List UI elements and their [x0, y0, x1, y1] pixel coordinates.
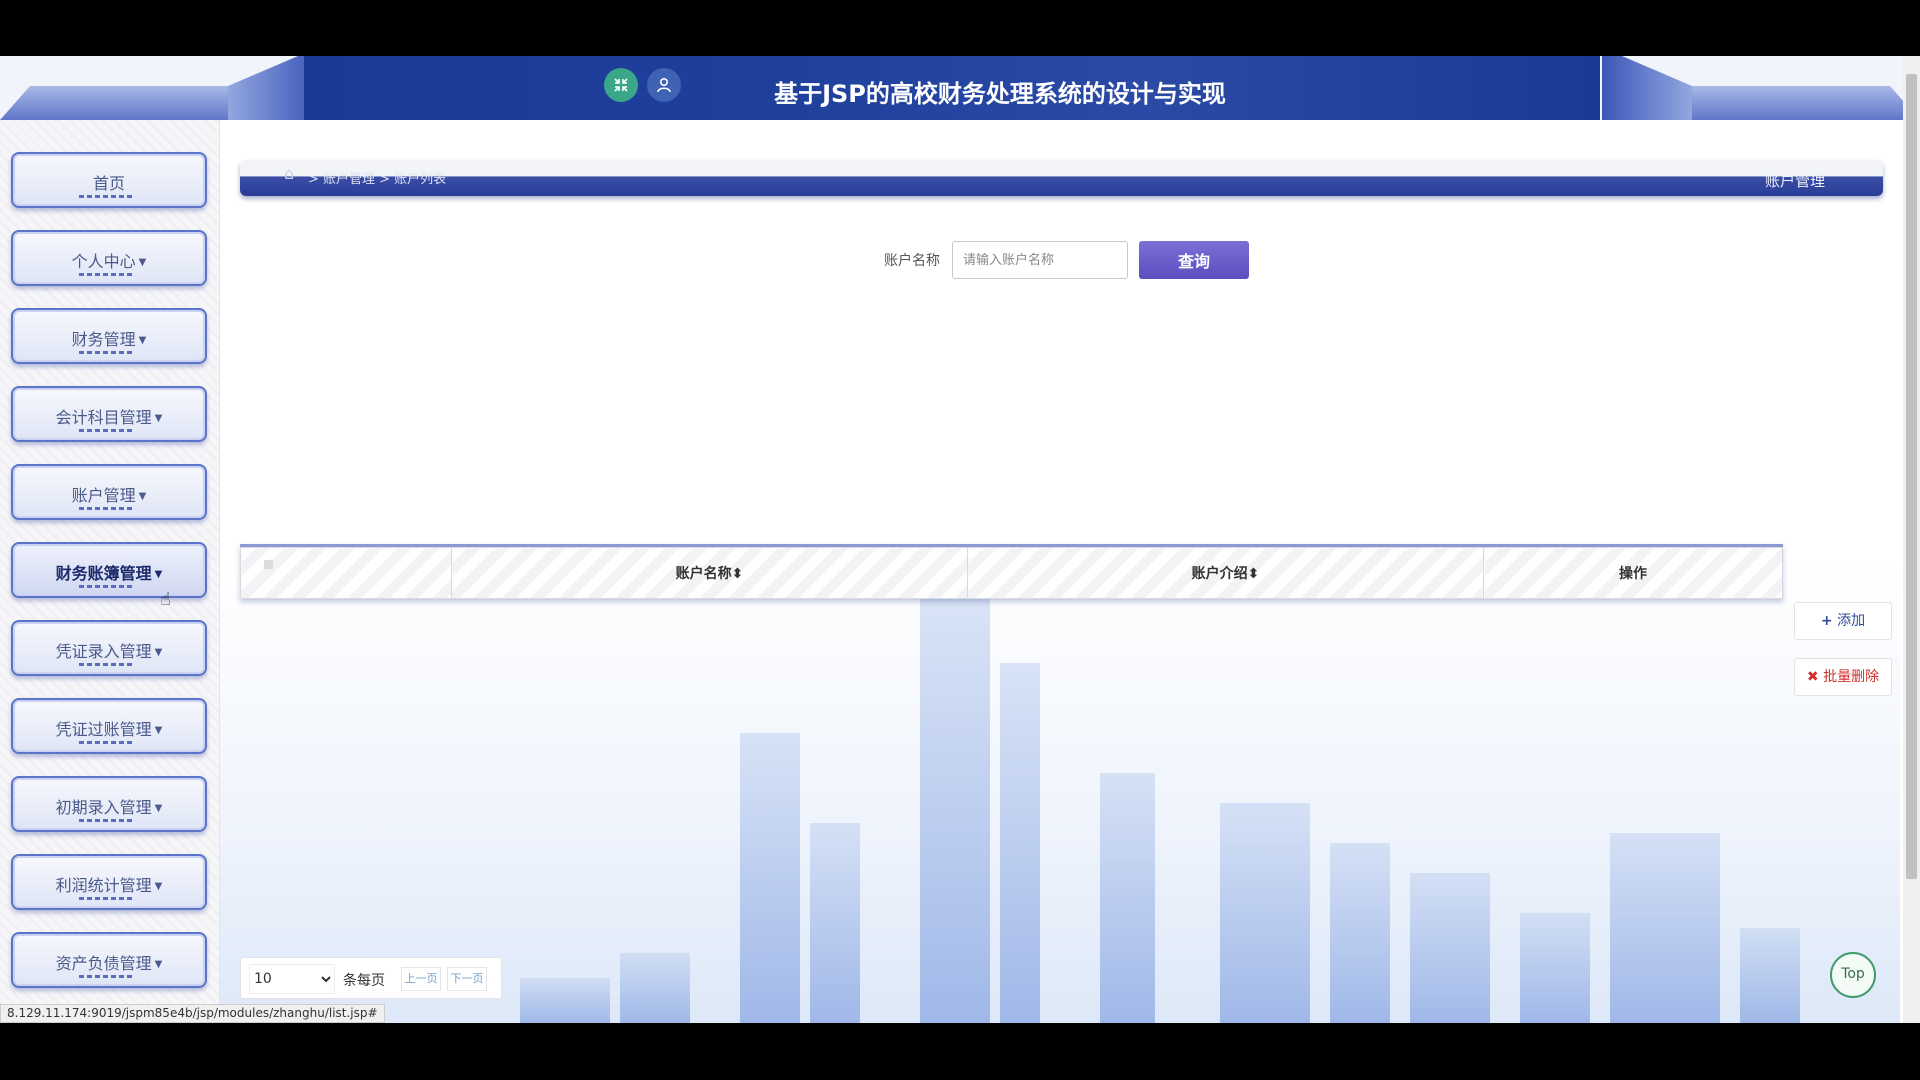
sidebar-item-account[interactable]: 账户管理 ▼: [11, 464, 207, 520]
page-scrollbar[interactable]: [1903, 56, 1920, 1023]
caret-down-icon: ▼: [154, 725, 163, 736]
mouse-cursor-icon: ☝: [160, 589, 171, 610]
menu-decoration: [79, 195, 133, 198]
caret-down-icon: ▼: [154, 569, 163, 580]
home-icon[interactable]: ⌂: [284, 164, 294, 183]
sidebar-item-label: 个人中心: [71, 252, 136, 271]
caret-down-icon: ▼: [138, 491, 147, 502]
caret-down-icon: ▼: [138, 257, 147, 268]
per-page-label: 条每页: [343, 973, 385, 989]
caret-down-icon: ▼: [138, 335, 147, 346]
menu-decoration: [79, 351, 133, 354]
prev-page-button[interactable]: 上一页: [401, 967, 441, 991]
back-to-top-button[interactable]: Top: [1830, 952, 1876, 998]
breadcrumb-path: > 账户管理 > 账户列表: [308, 172, 447, 187]
menu-decoration: [79, 663, 133, 666]
sidebar-item-label: 利润统计管理: [55, 876, 152, 895]
sidebar: 首页 个人中心 ▼ 财务管理 ▼ 会计科目管理 ▼ 账户管理 ▼ 财务账簿管理 ▼ 凭证录…: [0, 120, 220, 1023]
caret-down-icon: ▼: [154, 413, 163, 424]
menu-decoration: [79, 897, 133, 900]
page-size-select[interactable]: 10: [249, 964, 335, 994]
sidebar-item-label: 会计科目管理: [55, 408, 152, 427]
caret-down-icon: ▼: [154, 881, 163, 892]
menu-decoration: [79, 741, 133, 744]
select-all-checkbox[interactable]: [240, 547, 452, 599]
breadcrumb: ⌂ > 账户管理 > 账户列表 账户管理: [240, 160, 1883, 196]
next-page-button[interactable]: 下一页: [447, 967, 487, 991]
city-background-image: [220, 560, 1900, 1023]
sidebar-item-label: 财务账簿管理: [55, 564, 152, 583]
caret-down-icon: ▼: [154, 959, 163, 970]
page-header: 基于JSP的高校财务处理系统的设计与实现: [0, 56, 1920, 120]
menu-decoration: [79, 507, 133, 510]
menu-decoration: [79, 819, 133, 822]
breadcrumb-page-title: 账户管理: [1764, 172, 1825, 190]
sort-icon: ⬍: [1247, 566, 1260, 582]
header-step-right: [1602, 56, 1692, 120]
sidebar-item-accounting-subject[interactable]: 会计科目管理 ▼: [11, 386, 207, 442]
menu-decoration: [79, 585, 133, 588]
sidebar-item-ledger[interactable]: 财务账簿管理 ▼: [11, 542, 207, 598]
caret-down-icon: ▼: [154, 803, 163, 814]
column-header-account-intro[interactable]: 账户介绍⬍: [967, 547, 1484, 599]
sidebar-item-home[interactable]: 首页: [11, 152, 207, 208]
sidebar-item-personal-center[interactable]: 个人中心 ▼: [11, 230, 207, 286]
sidebar-item-label: 初期录入管理: [55, 798, 152, 817]
sidebar-item-label: 凭证过账管理: [55, 720, 152, 739]
sidebar-item-profit-stats[interactable]: 利润统计管理 ▼: [11, 854, 207, 910]
sidebar-item-voucher-posting[interactable]: 凭证过账管理 ▼: [11, 698, 207, 754]
sidebar-item-label: 首页: [92, 174, 125, 193]
shrink-icon[interactable]: [604, 68, 638, 102]
scrollbar-thumb[interactable]: [1906, 74, 1917, 879]
add-button[interactable]: + 添加: [1794, 602, 1892, 640]
menu-decoration: [79, 429, 133, 432]
sidebar-item-label: 凭证录入管理: [55, 642, 152, 661]
sidebar-item-finance[interactable]: 财务管理 ▼: [11, 308, 207, 364]
sidebar-item-initial-entry[interactable]: 初期录入管理 ▼: [11, 776, 207, 832]
sidebar-item-label: 账户管理: [71, 486, 136, 505]
sort-icon: ⬍: [731, 566, 744, 582]
close-icon: ✖: [1806, 669, 1819, 685]
sidebar-item-label: 资产负债管理: [55, 954, 152, 973]
sidebar-item-voucher-entry[interactable]: 凭证录入管理 ▼: [11, 620, 207, 676]
pagination: 10 条每页 上一页 下一页: [240, 957, 502, 999]
column-header-operation: 操作: [1483, 547, 1783, 599]
menu-decoration: [79, 273, 133, 276]
page-title: 基于JSP的高校财务处理系统的设计与实现: [774, 80, 1226, 108]
user-icon[interactable]: [647, 68, 681, 102]
account-table: 账户名称⬍ 账户介绍⬍ 操作: [240, 544, 1783, 599]
sidebar-item-balance-sheet[interactable]: 资产负债管理 ▼: [11, 932, 207, 988]
search-label: 账户名称: [884, 253, 940, 269]
browser-viewport: 基于JSP的高校财务处理系统的设计与实现 首页 个人中心 ▼ 财务管理 ▼ 会计科目…: [0, 56, 1920, 1023]
search-button[interactable]: 查询: [1139, 241, 1249, 279]
main-content: ⌂ > 账户管理 > 账户列表 账户管理 账户名称 查询 账户名称⬍ 账户介绍⬍…: [220, 120, 1900, 1023]
account-name-search-input[interactable]: [952, 241, 1128, 279]
batch-delete-button[interactable]: ✖ 批量删除: [1794, 658, 1892, 696]
caret-down-icon: ▼: [154, 647, 163, 658]
column-header-account-name[interactable]: 账户名称⬍: [451, 547, 968, 599]
status-bar-url: 8.129.11.174:9019/jspm85e4b/jsp/modules/…: [0, 1004, 385, 1023]
sidebar-item-label: 财务管理: [71, 330, 136, 349]
menu-decoration: [79, 975, 133, 978]
plus-icon: +: [1820, 613, 1833, 629]
